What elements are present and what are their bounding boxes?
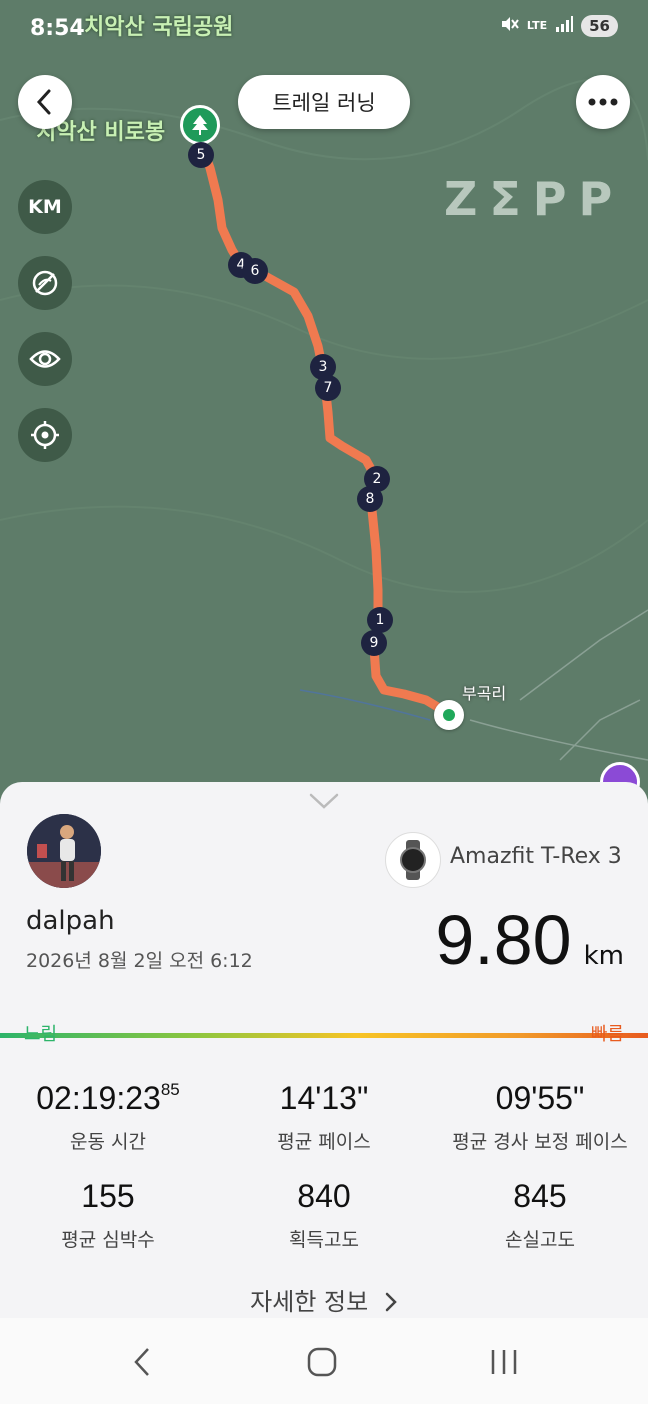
- stat-elevation-gain: 840 획득고도: [216, 1178, 432, 1252]
- activity-datetime: 2026년 8월 2일 오전 6:12: [26, 950, 253, 972]
- stat-value: 155: [81, 1178, 135, 1214]
- nav-back-button[interactable]: [112, 1342, 172, 1382]
- km-marker: 8: [357, 486, 383, 512]
- crosshair-icon: [31, 421, 59, 449]
- unit-toggle-button[interactable]: KM: [18, 180, 72, 234]
- avatar[interactable]: [27, 814, 101, 888]
- battery-indicator: 56: [581, 14, 618, 37]
- network-label: LTE: [526, 19, 548, 32]
- details-link[interactable]: 자세한 정보: [0, 1282, 648, 1317]
- stat-duration: 02:19:2385 운동 시간: [0, 1080, 216, 1154]
- locate-button[interactable]: [18, 408, 72, 462]
- more-horizontal-icon: [588, 98, 618, 106]
- device-name: Amazfit T-Rex 3: [450, 844, 622, 869]
- collapse-panel-button[interactable]: [308, 792, 340, 814]
- username: dalpah: [26, 906, 115, 936]
- route-line: [195, 135, 451, 717]
- details-link-label: 자세한 정보: [250, 1288, 369, 1316]
- zepp-watermark: ZΣPP: [444, 172, 625, 226]
- stat-label: 획득고도: [289, 1229, 359, 1251]
- village-label: 부곡리: [462, 684, 507, 703]
- stat-value: 09'55": [495, 1080, 585, 1116]
- stat-value: 02:19:23: [36, 1080, 161, 1116]
- nav-home-button[interactable]: [292, 1342, 352, 1382]
- status-time: 8:54: [30, 16, 85, 41]
- more-options-button[interactable]: [576, 75, 630, 129]
- stat-avg-heart-rate: 155 평균 심박수: [0, 1178, 216, 1252]
- mute-icon: [499, 14, 519, 37]
- activity-type-title: 트레일 러닝: [238, 75, 410, 129]
- status-icons: LTE 56: [499, 14, 618, 37]
- back-icon: [134, 1348, 149, 1376]
- start-point-icon: [434, 700, 464, 730]
- stat-label: 운동 시간: [70, 1131, 146, 1153]
- tree-icon: [180, 105, 220, 145]
- stat-label: 평균 페이스: [277, 1131, 371, 1153]
- stat-value: 14'13": [279, 1080, 369, 1116]
- distance-unit: km: [583, 941, 624, 971]
- stat-value: 845: [513, 1178, 567, 1214]
- km-marker: 9: [361, 630, 387, 656]
- stat-elevation-loss: 845 손실고도: [432, 1178, 648, 1252]
- visibility-button[interactable]: [18, 332, 72, 386]
- km-marker: 6: [242, 258, 268, 284]
- stat-value: 840: [297, 1178, 351, 1214]
- pace-fast-label: 빠름: [590, 1024, 624, 1045]
- chevron-down-icon: [309, 793, 339, 809]
- layer-toggle-button[interactable]: [18, 256, 72, 310]
- status-bar: 8:54 LTE 56: [0, 0, 648, 60]
- km-marker: 5: [188, 142, 214, 168]
- stat-label: 평균 심박수: [61, 1229, 155, 1251]
- signal-icon: [555, 16, 574, 35]
- stat-grade-adjusted-pace: 09'55" 평균 경사 보정 페이스: [432, 1080, 648, 1154]
- distance-display: 9.80 km: [435, 900, 624, 980]
- nav-recents-button[interactable]: [474, 1342, 534, 1382]
- pace-slow-label: 느림: [24, 1024, 58, 1045]
- home-icon: [307, 1347, 337, 1377]
- recents-icon: [491, 1350, 517, 1374]
- distance-value: 9.80: [435, 901, 572, 979]
- watch-icon: [385, 832, 441, 888]
- summary-panel: Amazfit T-Rex 3 dalpah 2026년 8월 2일 오전 6:…: [0, 782, 648, 1318]
- chevron-right-icon: [385, 1292, 397, 1312]
- eye-icon: [29, 350, 61, 368]
- km-marker: 7: [315, 375, 341, 401]
- system-nav-bar: [0, 1318, 648, 1404]
- stat-label: 손실고도: [505, 1229, 575, 1251]
- map-hidden-icon: [32, 270, 58, 296]
- pace-gradient-bar: [0, 1033, 648, 1038]
- back-button[interactable]: [18, 75, 72, 129]
- chevron-left-icon: [36, 89, 51, 115]
- stat-label: 평균 경사 보정 페이스: [452, 1131, 628, 1153]
- stat-avg-pace: 14'13" 평균 페이스: [216, 1080, 432, 1154]
- stat-value-suffix: 85: [160, 1080, 180, 1099]
- km-marker: 1: [367, 607, 393, 633]
